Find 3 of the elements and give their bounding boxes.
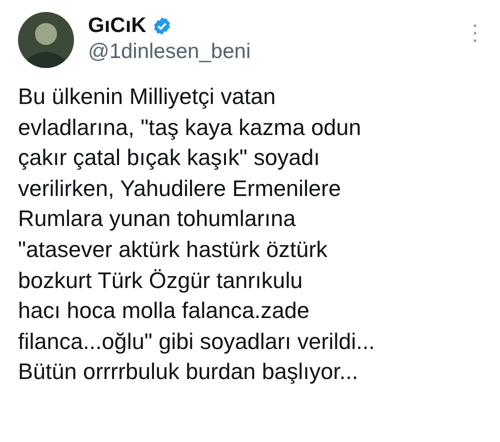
- display-name[interactable]: GıCıK: [88, 14, 146, 38]
- username[interactable]: @1dinlesen_beni: [88, 40, 446, 64]
- tweet-text: Bu ülkenin Milliyetçi vatan evladlarına, "taş kaya kazma odun çakır çatal bıçak kaşık" soyadı verilirken, Yahudilere Ermenilere Rumlara yunan tohumlarına "atasever aktürk hastürk öztürk bozkurt Türk Özgür tanrıkulu hacı hoca molla falanca.zade filanca...oğlu" gibi soyadları verildi... Bütün orrrrbuluk burdan başlıyor...: [18, 83, 376, 386]
